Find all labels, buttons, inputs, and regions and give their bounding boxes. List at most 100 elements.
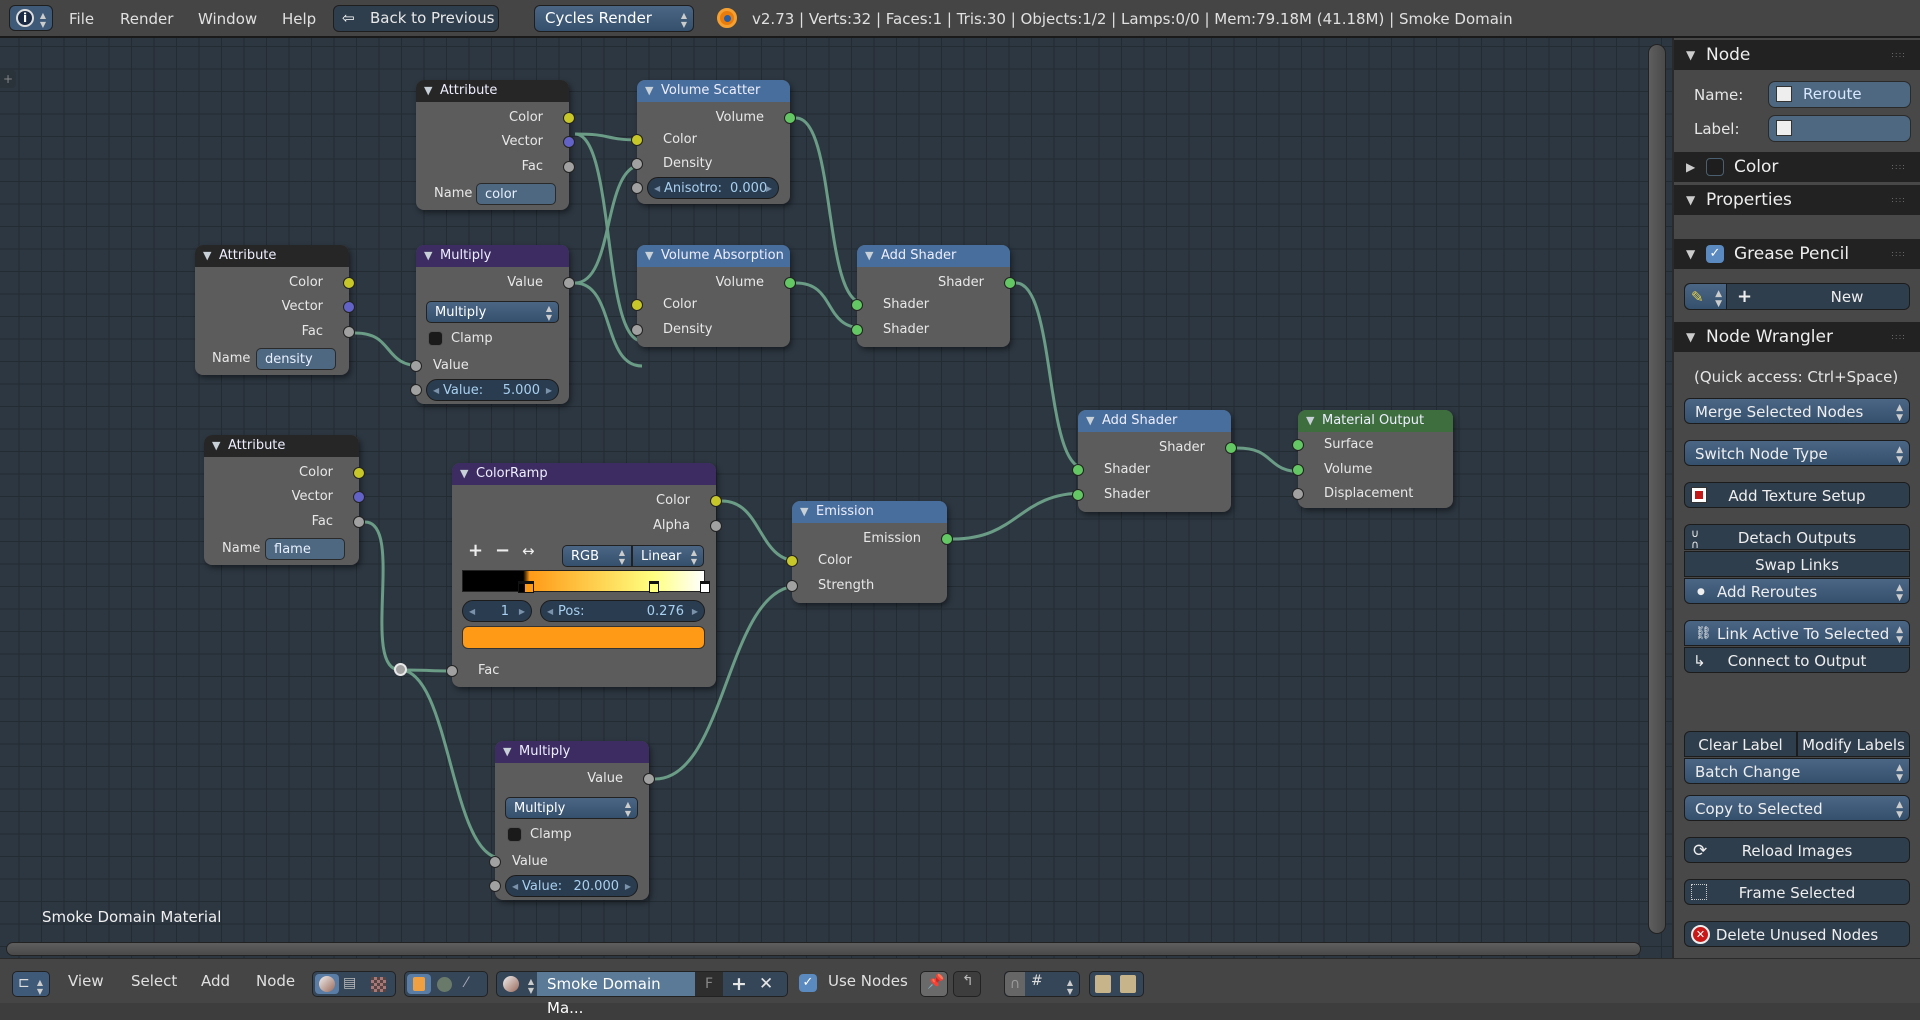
drag-grip-icon[interactable]: ::::: [1891, 239, 1906, 269]
reroute-node[interactable]: [394, 663, 407, 676]
editor-type-info-button[interactable]: i ▲ ▼: [9, 5, 53, 31]
menu-view[interactable]: View: [68, 959, 104, 1004]
output-socket-fac[interactable]: [353, 516, 365, 528]
link-active-to-selected-menu[interactable]: ⛓ Link Active To Selected ▲ ▼: [1684, 620, 1910, 646]
horizontal-scrollbar[interactable]: [6, 942, 1641, 956]
output-socket-value[interactable]: [563, 277, 575, 289]
editor-type-button[interactable]: ⊏ ▲ ▼: [12, 971, 50, 997]
fake-user-button[interactable]: F: [695, 972, 723, 996]
node-header[interactable]: ▼ Volume Scatter: [637, 80, 790, 102]
attribute-name-field[interactable]: flame: [265, 538, 345, 560]
snap-magnet-toggle[interactable]: ∩: [1005, 972, 1025, 996]
collapse-icon[interactable]: ▼: [645, 245, 653, 267]
reload-images-button[interactable]: ⟳ Reload Images: [1684, 837, 1910, 863]
output-socket-alpha[interactable]: [710, 520, 722, 532]
output-socket-color[interactable]: [563, 112, 575, 124]
node-attribute-density[interactable]: ▼ Attribute Color Vector Fac Name density: [195, 245, 355, 375]
input-socket-value-2[interactable]: [410, 384, 422, 396]
collapse-icon[interactable]: ▼: [645, 80, 653, 102]
input-socket-displacement[interactable]: [1292, 488, 1304, 500]
collapse-icon[interactable]: ▼: [212, 435, 220, 457]
color-mode-select[interactable]: RGB ▲ ▼: [562, 545, 632, 567]
render-engine-select[interactable]: Cycles Render ▲ ▼: [534, 5, 694, 32]
panel-header-node[interactable]: ▼ Node::::: [1674, 40, 1920, 70]
node-add-shader-bottom[interactable]: ▼ Add Shader Shader Shader Shader: [1072, 410, 1237, 512]
add-reroutes-menu[interactable]: ● Add Reroutes ▲ ▼: [1684, 578, 1910, 604]
output-socket-shader[interactable]: [1004, 277, 1016, 289]
math-operation-select[interactable]: Multiply ▲ ▼: [505, 797, 638, 819]
input-socket-shader-2[interactable]: [851, 324, 863, 336]
output-socket-vector[interactable]: [343, 301, 355, 313]
node-link[interactable]: [574, 281, 643, 368]
output-socket-value[interactable]: [643, 773, 655, 785]
drag-grip-icon[interactable]: ::::: [1891, 152, 1906, 182]
input-socket-value-2[interactable]: [489, 880, 501, 892]
input-socket-color[interactable]: [786, 555, 798, 567]
menu-window[interactable]: Window: [198, 0, 257, 38]
batch-change-menu[interactable]: Batch Change ▲ ▼: [1684, 758, 1910, 784]
output-socket-color[interactable]: [353, 467, 365, 479]
active-stop-index-field[interactable]: ◀ 1 ▶: [462, 600, 532, 622]
node-header[interactable]: ▼ Attribute: [204, 435, 359, 457]
line-style-icon[interactable]: ⁄: [465, 975, 467, 991]
use-nodes-label[interactable]: Use Nodes: [828, 959, 908, 1004]
stop-position-field[interactable]: ◀ Pos: 0.276 ▶: [540, 600, 705, 622]
snap-grid-icon[interactable]: #: [1031, 973, 1043, 989]
input-socket-shader-1[interactable]: [851, 299, 863, 311]
node-header[interactable]: ▼ Multiply: [416, 245, 569, 267]
input-socket-strength[interactable]: [786, 580, 798, 592]
input-socket-surface[interactable]: [1292, 439, 1304, 451]
switch-node-type-menu[interactable]: Switch Node Type ▲ ▼: [1684, 440, 1910, 466]
math-operation-select[interactable]: Multiply ▲ ▼: [426, 301, 559, 323]
color-stop-handle[interactable]: [524, 581, 535, 593]
unlink-material-button[interactable]: ✕: [759, 972, 773, 996]
node-header[interactable]: ▼ ColorRamp: [452, 463, 716, 485]
node-colorramp[interactable]: ▼ ColorRamp Color Alpha + − ↔ RGB ▲ ▼ Linea…: [446, 463, 722, 687]
menu-render[interactable]: Render: [120, 0, 173, 38]
panel-header-properties[interactable]: ▼ Properties::::: [1674, 185, 1920, 215]
use-nodes-checkbox[interactable]: ✓: [799, 974, 817, 992]
input-socket-density[interactable]: [631, 158, 643, 170]
clear-label-button[interactable]: Clear Label: [1684, 731, 1797, 757]
node-emission[interactable]: ▼ Emission Emission Color Strength: [786, 501, 953, 603]
drag-grip-icon[interactable]: ::::: [1891, 322, 1906, 352]
collapse-icon[interactable]: ▼: [460, 463, 468, 485]
output-socket-fac[interactable]: [343, 326, 355, 338]
new-material-button[interactable]: +: [731, 972, 747, 996]
add-stop-icon[interactable]: +: [468, 540, 483, 561]
grease-pencil-new-button[interactable]: ✎ ▲ ▼ + New: [1684, 283, 1910, 310]
connect-to-output-button[interactable]: ↳ Connect to Output: [1684, 647, 1910, 673]
delete-unused-nodes-button[interactable]: ✕ Delete Unused Nodes: [1684, 921, 1910, 947]
node-attribute-color[interactable]: ▼ Attribute Color Vector Fac Name color: [416, 80, 575, 210]
object-shader-icon[interactable]: [407, 974, 431, 994]
material-browse-button[interactable]: ▲ ▼: [497, 972, 537, 996]
grease-pencil-checkbox[interactable]: ✓: [1706, 245, 1724, 263]
attribute-name-field[interactable]: color: [476, 183, 556, 205]
node-header[interactable]: ▼ Emission: [792, 501, 947, 523]
node-multiply-bottom[interactable]: ▼ Multiply Value Multiply ▲ ▼ Clamp Value ◀…: [489, 741, 655, 900]
output-socket-color[interactable]: [343, 277, 355, 289]
node-header[interactable]: ▼ Add Shader: [1078, 410, 1231, 432]
flip-ramp-icon[interactable]: ↔: [522, 542, 535, 560]
color-stop-handle[interactable]: [648, 581, 659, 593]
color-checkbox[interactable]: [1706, 158, 1724, 176]
output-socket-vector[interactable]: [353, 491, 365, 503]
node-header[interactable]: ▼ Material Output: [1298, 410, 1453, 432]
texture-nodes-icon[interactable]: [371, 977, 386, 992]
node-header[interactable]: ▼ Attribute: [195, 245, 349, 267]
node-volume-absorption[interactable]: ▼ Volume Absorption Volume Color Density: [631, 245, 796, 347]
vertical-scrollbar[interactable]: [1648, 44, 1666, 934]
shader-nodes-icon[interactable]: [315, 974, 339, 994]
panel-header-color[interactable]: ▶ Color::::: [1674, 152, 1920, 182]
panel-header-node-wrangler[interactable]: ▼ Node Wrangler::::: [1674, 322, 1920, 352]
collapse-icon[interactable]: ▼: [203, 245, 211, 267]
output-socket-color[interactable]: [710, 495, 722, 507]
pencil-select[interactable]: ✎ ▲ ▼: [1685, 284, 1727, 309]
input-socket-color[interactable]: [631, 299, 643, 311]
node-link[interactable]: [399, 668, 502, 860]
node-header[interactable]: ▼ Multiply: [495, 741, 649, 763]
node-add-shader-top[interactable]: ▼ Add Shader Shader Shader Shader: [851, 245, 1016, 347]
node-header[interactable]: ▼ Volume Absorption: [637, 245, 790, 267]
pin-button[interactable]: 📌: [920, 971, 948, 997]
copy-nodes-icon[interactable]: [1095, 975, 1111, 993]
